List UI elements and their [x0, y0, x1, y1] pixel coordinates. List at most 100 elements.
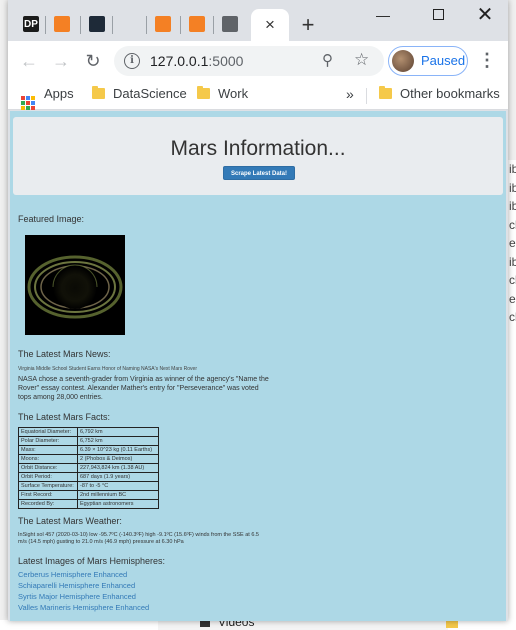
background-window-bottom: Videos — [0, 615, 516, 630]
jumbotron: Mars Information... Scrape Latest Data! — [13, 117, 503, 195]
background-list-item: ib — [509, 162, 516, 176]
fact-value-cell: 6.39 × 10^23 kg (0.11 Earths) — [77, 445, 159, 455]
fact-label-cell: Orbit Distance: — [18, 463, 78, 473]
table-row: Orbit Distance: 227,943,824 km (1.38 AU) — [18, 463, 159, 473]
table-row: Equatorial Diameter: 6,792 km — [18, 427, 159, 437]
address-bar[interactable]: i 127.0.0.1:5000 ⚲ ☆ — [114, 46, 384, 76]
fact-label-cell: Recorded By: — [18, 499, 78, 509]
active-tab[interactable]: × — [251, 9, 289, 41]
weather-heading: The Latest Mars Weather: — [18, 516, 122, 526]
browser-tab[interactable]: DP — [17, 10, 45, 38]
folder-icon — [379, 86, 392, 99]
table-row: Recorded By: Egyptian astronomers — [18, 499, 159, 509]
new-tab-button[interactable]: + — [295, 12, 321, 38]
folder-icon — [197, 86, 210, 99]
scrape-button[interactable]: Scrape Latest Data! — [223, 166, 295, 180]
browser-tab[interactable] — [216, 10, 244, 38]
bookmark-label: DataScience — [113, 86, 187, 101]
profile-button[interactable]: Paused — [388, 46, 468, 76]
close-window-button[interactable]: ✕ — [463, 4, 507, 26]
table-row: Polar Diameter: 6,752 km — [18, 436, 159, 446]
background-list-item: ib — [509, 180, 516, 195]
bookmark-apps-label: Apps — [44, 86, 74, 101]
hemisphere-link[interactable]: Valles Marineris Hemisphere Enhanced — [18, 603, 149, 612]
back-arrow-icon[interactable]: ← — [17, 49, 41, 73]
tab-separator — [180, 16, 181, 34]
browser-tab[interactable] — [48, 10, 76, 38]
tab-separator — [112, 16, 113, 34]
hemisphere-link[interactable]: Schiaparelli Hemisphere Enhanced — [18, 581, 135, 590]
tab-strip: DP × + — ✕ — [8, 0, 508, 41]
folder-icon — [92, 86, 105, 99]
bookmarks-divider — [366, 88, 367, 104]
close-tab-icon[interactable]: × — [265, 15, 275, 35]
apps-grid-icon — [21, 96, 35, 110]
bookmark-other[interactable]: Other bookmarks — [379, 86, 500, 104]
background-list-item: ib — [509, 199, 516, 213]
saturn-image — [25, 235, 125, 335]
fact-value-cell: 227,943,824 km (1.38 AU) — [77, 463, 159, 473]
table-row: Moons: 2 (Phobos & Deimos) — [18, 454, 159, 464]
bookmark-datascience[interactable]: DataScience — [92, 86, 187, 104]
tab-separator — [45, 16, 46, 34]
terminal-favicon-icon — [89, 16, 105, 32]
featured-image[interactable] — [25, 235, 125, 335]
avatar — [392, 50, 414, 72]
fact-label-cell: First Record: — [18, 490, 78, 500]
news-heading: The Latest Mars News: — [18, 349, 111, 359]
hemisphere-link[interactable]: Cerberus Hemisphere Enhanced — [18, 570, 127, 579]
fact-value-cell: 6,792 km — [77, 427, 159, 437]
fact-value-cell: 2nd millennium BC — [77, 490, 159, 500]
bookmark-apps[interactable]: Apps — [21, 86, 74, 110]
browser-tab[interactable] — [115, 10, 143, 38]
fact-label-cell: Polar Diameter: — [18, 436, 78, 446]
browser-tab[interactable] — [149, 10, 177, 38]
fact-value-cell: Egyptian astronomers — [77, 499, 159, 509]
fact-label-cell: Surface Temperature: — [18, 481, 78, 491]
dp-favicon-icon: DP — [23, 16, 39, 32]
browser-window: DP × + — ✕ ← → ↻ i 127.0.0.1:5000 ⚲ ☆ Pa… — [8, 0, 508, 621]
background-list-item: ch — [509, 310, 516, 324]
page-title: Mars Information... — [170, 137, 346, 160]
bookmark-label: Work — [218, 86, 249, 101]
url-text[interactable]: 127.0.0.1:5000 — [150, 53, 243, 69]
background-list-item: ch — [509, 217, 516, 232]
bookmark-star-icon[interactable]: ☆ — [354, 50, 369, 70]
background-list-item: ep — [509, 236, 516, 250]
browser-tab[interactable] — [83, 10, 111, 38]
bookmarks-overflow-chevron-icon[interactable]: » — [346, 86, 354, 104]
facts-table: Equatorial Diameter: 6,792 km Polar Diamet… — [18, 427, 159, 509]
fact-value-cell: 6,752 km — [77, 436, 159, 446]
toolbar: ← → ↻ i 127.0.0.1:5000 ⚲ ☆ Paused ⋮ — [8, 41, 508, 80]
news-title: Virginia Middle School Student Earns Hon… — [18, 366, 197, 372]
table-row: Orbit Period: 687 days (1.9 years) — [18, 472, 159, 482]
facts-heading: The Latest Mars Facts: — [18, 412, 111, 422]
news-paragraph: NASA chose a seventh-grader from Virgini… — [18, 376, 269, 401]
background-list-item: ep — [509, 291, 516, 306]
featured-image-label: Featured Image: — [18, 214, 85, 224]
table-row: Surface Temperature: -87 to -5 °C — [18, 481, 159, 491]
maximize-button[interactable] — [416, 4, 460, 26]
minimize-button[interactable]: — — [361, 4, 405, 26]
fact-value-cell: 687 days (1.9 years) — [77, 472, 159, 482]
stackoverflow-favicon-icon — [155, 16, 171, 32]
profile-status: Paused — [421, 53, 466, 68]
fact-label-cell: Equatorial Diameter: — [18, 427, 78, 437]
browser-tab[interactable] — [183, 10, 211, 38]
hemisphere-link[interactable]: Syrtis Major Hemisphere Enhanced — [18, 592, 136, 601]
fact-label-cell: Mass: — [18, 445, 78, 455]
stackoverflow-favicon-icon — [54, 16, 70, 32]
table-row: First Record: 2nd millennium BC — [18, 490, 159, 500]
page-content: Mars Information... Scrape Latest Data! … — [10, 111, 506, 621]
background-list-item: ib — [509, 254, 516, 269]
tab-separator — [146, 16, 147, 34]
forward-arrow-icon[interactable]: → — [49, 49, 73, 73]
reload-icon[interactable]: ↻ — [81, 49, 105, 73]
info-icon[interactable]: i — [124, 53, 140, 69]
kebab-menu-icon[interactable]: ⋮ — [478, 50, 496, 70]
hemispheres-heading: Latest Images of Mars Hemispheres: — [18, 556, 166, 566]
fact-value-cell: -87 to -5 °C — [77, 481, 159, 491]
bookmark-work[interactable]: Work — [197, 86, 248, 104]
fact-label-cell: Orbit Period: — [18, 472, 78, 482]
zoom-icon[interactable]: ⚲ — [322, 51, 333, 69]
